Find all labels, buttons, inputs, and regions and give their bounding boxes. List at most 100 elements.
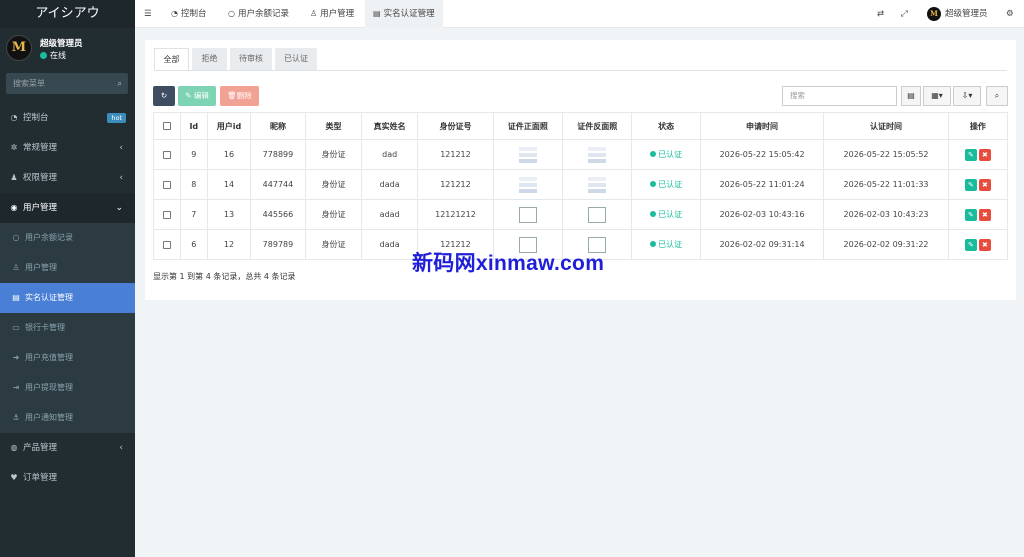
- filter-tab-pending[interactable]: 待审核: [230, 48, 272, 70]
- sidebar-item-products[interactable]: ◍ 产品管理 ‹: [0, 433, 135, 463]
- cell-user-id: 16: [207, 139, 251, 170]
- table-row[interactable]: 8 14 447744 身份证 dada 121212 已认证 2026-05-22 11:0…: [153, 169, 1009, 200]
- column-header[interactable]: 用户id: [207, 112, 251, 140]
- fullscreen-icon[interactable]: ⤢: [901, 0, 908, 28]
- sidebar-item-realname-auth[interactable]: ▤ 实名认证管理: [0, 283, 135, 313]
- column-header: 操作: [947, 112, 1009, 140]
- row-checkbox-cell[interactable]: [153, 229, 181, 260]
- sidebar-item-bank-cards[interactable]: ▭ 银行卡管理: [0, 313, 135, 343]
- column-header[interactable]: 证件反面照: [562, 112, 633, 140]
- checkbox-icon[interactable]: [162, 180, 171, 189]
- table-row[interactable]: 7 13 445566 身份证 adad 12121212 已认证 2026-02-03 10…: [153, 199, 1009, 230]
- tab-realname-auth[interactable]: ▤ 实名认证管理: [365, 0, 443, 28]
- sidebar-item-user-management[interactable]: ◉ 用户管理 ⌄: [0, 193, 135, 223]
- column-header[interactable]: 昵称: [249, 112, 307, 140]
- sidebar-item-dashboard[interactable]: ◔ 控制台 hot: [0, 103, 135, 133]
- cell-status: 已认证: [631, 139, 701, 170]
- front-photo-thumbnail-broken-image-icon[interactable]: [518, 206, 537, 223]
- translate-icon[interactable]: ⇄: [877, 0, 884, 28]
- row-delete-trash-icon[interactable]: ✖: [978, 238, 991, 251]
- front-photo-thumbnail[interactable]: [518, 176, 537, 193]
- tab-users[interactable]: ♙ 用户管理: [310, 0, 354, 28]
- row-edit-pencil-icon[interactable]: ✎: [964, 148, 977, 161]
- row-delete-trash-icon[interactable]: ✖: [978, 208, 991, 221]
- front-photo-thumbnail[interactable]: [518, 146, 537, 163]
- settings-gear-icon[interactable]: ⚙: [1006, 0, 1014, 28]
- cell-id-number: 12121212: [417, 199, 494, 230]
- sidebar-item-general[interactable]: ✲ 常规管理 ‹: [0, 133, 135, 163]
- tab-balance-records[interactable]: ○ 用户余额记录: [228, 0, 289, 28]
- id-card-icon: ▤: [373, 9, 381, 18]
- table-header-row: Id 用户id 昵称 类型 真实姓名 身份证号 证件正面照 证件反面照 状态 申…: [153, 112, 1009, 140]
- sidebar-search-input[interactable]: 搜索菜单 ⌕: [6, 73, 128, 94]
- toggle-view-icon[interactable]: ▤: [901, 86, 921, 106]
- sidebar-item-label: 用户管理: [25, 263, 57, 272]
- checkbox-icon[interactable]: [162, 210, 171, 219]
- column-header[interactable]: 类型: [304, 112, 363, 140]
- sidebar-item-recharge[interactable]: ➜ 用户充值管理: [0, 343, 135, 373]
- checkbox-icon[interactable]: [162, 122, 171, 130]
- user-icon: ♙: [310, 9, 318, 18]
- status-dot-icon: [650, 151, 657, 157]
- filter-tab-all[interactable]: 全部: [154, 48, 189, 70]
- status-badge: 已认证: [658, 240, 683, 249]
- row-delete-trash-icon[interactable]: ✖: [978, 148, 991, 161]
- cell-type: 身份证: [304, 139, 363, 170]
- sidebar-item-permission[interactable]: ♟ 权限管理 ‹: [0, 163, 135, 193]
- cell-actions: ✎ ✖: [947, 229, 1009, 260]
- column-header[interactable]: 状态: [631, 112, 701, 140]
- sidebar-item-withdraw[interactable]: ⇥ 用户提现管理: [0, 373, 135, 403]
- column-header[interactable]: 认证时间: [823, 112, 949, 140]
- edit-button-label: 编辑: [193, 91, 209, 100]
- tab-dashboard[interactable]: ◔ 控制台: [171, 0, 207, 28]
- sidebar-item-notifications[interactable]: ⚓ 用户通知管理: [0, 403, 135, 433]
- select-all-checkbox[interactable]: [153, 112, 181, 140]
- row-edit-pencil-icon[interactable]: ✎: [964, 178, 977, 191]
- brand-logo[interactable]: アイシアウ: [0, 0, 135, 28]
- row-edit-pencil-icon[interactable]: ✎: [964, 208, 977, 221]
- sidebar: アイシアウ M 超级管理员 在线 搜索菜单 ⌕ ◔ 控制台 hot ✲ 常规管理 ‹ ♟ 权…: [0, 0, 135, 557]
- chevron-down-icon: ⌄: [115, 203, 123, 213]
- filter-tab-verified[interactable]: 已认证: [275, 48, 317, 70]
- back-photo-thumbnail[interactable]: [588, 176, 607, 193]
- checkbox-icon[interactable]: [162, 150, 171, 159]
- sidebar-item-orders[interactable]: ♥ 订单管理: [0, 463, 135, 493]
- column-header[interactable]: 申请时间: [699, 112, 825, 140]
- sidebar-item-balance-records[interactable]: ○ 用户余额记录: [0, 223, 135, 253]
- refresh-icon: ↻: [160, 91, 168, 100]
- user-menu[interactable]: M 超级管理员: [927, 0, 988, 28]
- avatar: M: [6, 35, 32, 61]
- back-photo-thumbnail-broken-image-icon[interactable]: [588, 206, 607, 223]
- column-header[interactable]: 真实姓名: [361, 112, 419, 140]
- dashboard-icon: ◔: [171, 9, 178, 18]
- status-badge: 已认证: [658, 180, 683, 189]
- circle-icon: ○: [12, 233, 20, 242]
- sidebar-item-users[interactable]: ♙ 用户管理: [0, 253, 135, 283]
- sidebar-item-label: 用户通知管理: [25, 413, 73, 422]
- edit-button[interactable]: ✎ 编辑: [178, 86, 216, 106]
- refresh-button[interactable]: ↻: [153, 86, 175, 106]
- cell-back-photo: [562, 139, 633, 170]
- row-edit-pencil-icon[interactable]: ✎: [964, 238, 977, 251]
- row-checkbox-cell[interactable]: [153, 199, 181, 230]
- cell-nickname: 447744: [249, 169, 307, 200]
- table-search-input[interactable]: 搜索: [782, 86, 897, 106]
- search-icon[interactable]: ⌕: [118, 73, 122, 94]
- menu-toggle-icon[interactable]: ☰: [144, 0, 152, 28]
- cell-actions: ✎ ✖: [947, 139, 1009, 170]
- advanced-search-icon[interactable]: ⌕: [986, 86, 1008, 106]
- columns-dropdown-icon[interactable]: ▦▾: [923, 86, 951, 106]
- row-delete-trash-icon[interactable]: ✖: [978, 178, 991, 191]
- export-dropdown-icon[interactable]: ⇩▾: [953, 86, 981, 106]
- dashboard-icon: ◔: [10, 113, 18, 122]
- column-header[interactable]: 证件正面照: [492, 112, 564, 140]
- filter-tab-rejected[interactable]: 拒绝: [192, 48, 227, 70]
- table-row[interactable]: 9 16 778899 身份证 dad 121212 已认证 2026-05-22 15:05…: [153, 139, 1009, 170]
- delete-button[interactable]: 🗑删除: [220, 86, 259, 106]
- row-checkbox-cell[interactable]: [153, 169, 181, 200]
- column-header[interactable]: 身份证号: [417, 112, 494, 140]
- back-photo-thumbnail[interactable]: [588, 146, 607, 163]
- column-header[interactable]: Id: [179, 112, 209, 140]
- row-checkbox-cell[interactable]: [153, 139, 181, 170]
- checkbox-icon[interactable]: [162, 240, 171, 249]
